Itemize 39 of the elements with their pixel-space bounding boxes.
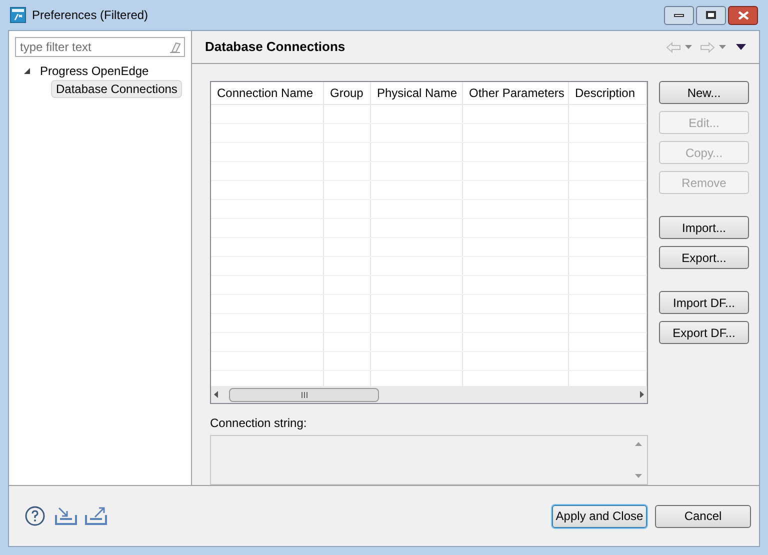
scroll-right-icon[interactable] — [640, 391, 644, 398]
side-button[interactable]: Export DF... — [659, 321, 749, 344]
side-button[interactable]: Import... — [659, 216, 749, 239]
side-button[interactable]: New... — [659, 81, 749, 104]
dialog-button[interactable]: Cancel — [655, 504, 751, 528]
page-title: Database Connections — [205, 38, 346, 56]
eraser-icon[interactable] — [169, 41, 181, 53]
column-header[interactable]: Description — [569, 82, 647, 104]
scroll-thumb[interactable] — [229, 388, 379, 402]
horizontal-scrollbar[interactable] — [211, 386, 647, 403]
import-icon[interactable] — [55, 507, 77, 525]
expand-icon[interactable] — [23, 67, 31, 75]
caret-icon[interactable] — [719, 45, 726, 49]
close-icon — [738, 10, 748, 20]
side-button[interactable]: Export... — [659, 246, 749, 269]
tree-item[interactable]: Database Connections — [51, 80, 182, 98]
connection-string-label: Connection string: — [210, 415, 308, 432]
view-menu-icon[interactable] — [736, 44, 746, 50]
minimize-button[interactable] — [664, 6, 694, 24]
connection-string-field[interactable] — [210, 435, 648, 485]
tree-item[interactable]: Progress OpenEdge — [35, 62, 154, 80]
app-icon — [10, 7, 26, 23]
window-title: Preferences (Filtered) — [32, 7, 148, 24]
column-header[interactable]: Group — [324, 82, 371, 104]
grip-icon — [300, 392, 308, 398]
close-button[interactable] — [728, 6, 758, 24]
column-header[interactable]: Physical Name — [371, 82, 463, 104]
side-button[interactable]: Import DF... — [659, 291, 749, 314]
scroll-up-icon[interactable] — [635, 442, 642, 446]
caret-icon[interactable] — [685, 45, 692, 49]
help-icon[interactable] — [25, 506, 45, 526]
column-header[interactable]: Connection Name — [211, 82, 324, 104]
export-icon[interactable] — [85, 507, 107, 525]
column-header[interactable]: Other Parameters — [463, 82, 569, 104]
maximize-button[interactable] — [696, 6, 726, 24]
dialog-button[interactable]: Apply and Close — [552, 504, 647, 528]
filter-field[interactable]: type filter text — [15, 37, 185, 57]
scroll-left-icon[interactable] — [214, 391, 218, 398]
scroll-down-icon[interactable] — [635, 474, 642, 478]
